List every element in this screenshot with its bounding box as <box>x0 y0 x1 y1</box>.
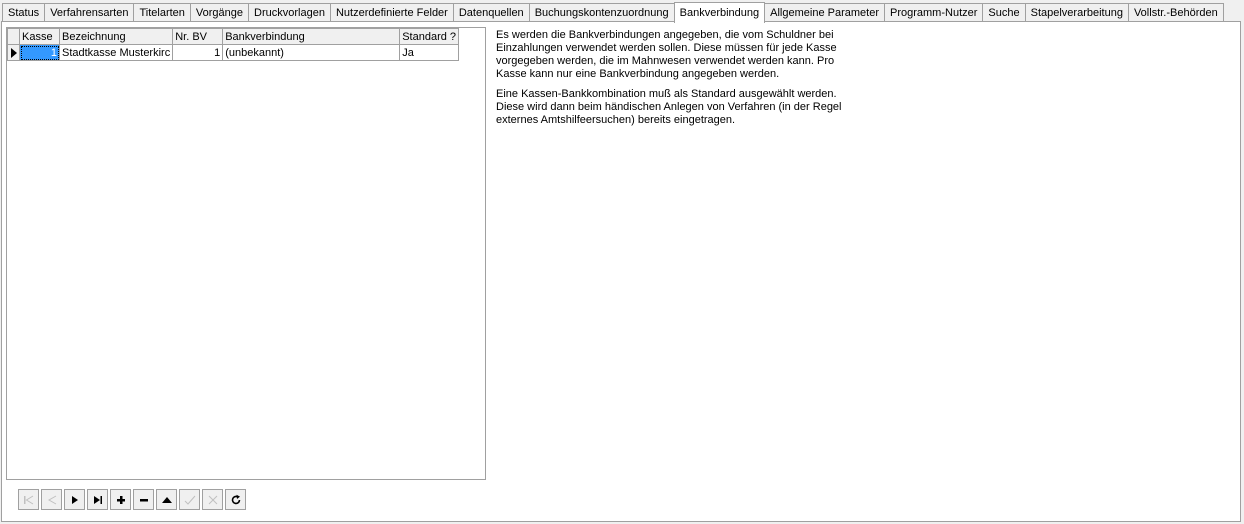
cell-standard[interactable]: Ja <box>399 44 460 61</box>
tab-vorgaenge[interactable]: Vorgänge <box>189 3 250 22</box>
table-row[interactable]: 1 Stadtkasse Musterkirc 1 (unbekannt) Ja <box>7 44 460 61</box>
tab-druckvorlagen[interactable]: Druckvorlagen <box>248 3 331 22</box>
minus-icon <box>139 498 148 501</box>
indicator-header <box>7 28 20 45</box>
header-row: Kasse Bezeichnung Nr. BV Bankverbindung … <box>7 28 460 45</box>
tab-datenquellen[interactable]: Datenquellen <box>452 3 530 22</box>
tab-stapelverarbeitung[interactable]: Stapelverarbeitung <box>1024 3 1129 22</box>
post-record-button[interactable] <box>179 489 200 510</box>
refresh-icon <box>231 494 240 504</box>
info-text: Es werden die Bankverbindungen angegeben… <box>496 29 846 134</box>
tab-verfahrensarten[interactable]: Verfahrensarten <box>44 3 135 22</box>
data-table: Kasse Bezeichnung Nr. BV Bankverbindung … <box>7 28 460 61</box>
column-header-bankverbindung[interactable]: Bankverbindung <box>222 28 401 45</box>
cell-bankverbindung[interactable]: (unbekannt) <box>222 44 401 61</box>
cell-kasse[interactable]: 1 <box>19 44 60 61</box>
cell-nr-bv[interactable]: 1 <box>172 44 224 61</box>
tab-bar: Status Verfahrensarten Titelarten Vorgän… <box>2 2 1224 23</box>
column-header-nr-bv[interactable]: Nr. BV <box>172 28 224 45</box>
tab-allgemeine-parameter[interactable]: Allgemeine Parameter <box>764 3 885 22</box>
insert-record-button[interactable] <box>110 489 131 510</box>
info-paragraph-1: Es werden die Bankverbindungen angegeben… <box>496 29 837 80</box>
tab-nutzerdefinierte-felder[interactable]: Nutzerdefinierte Felder <box>329 3 454 22</box>
tab-status[interactable]: Status <box>2 3 46 22</box>
up-triangle-icon <box>161 496 172 503</box>
refresh-button[interactable] <box>225 489 246 510</box>
first-icon <box>23 495 33 504</box>
prior-icon <box>47 495 56 504</box>
delete-record-button[interactable] <box>133 489 154 510</box>
edit-record-button[interactable] <box>156 489 177 510</box>
tab-vollstr-behoerden[interactable]: Vollstr.-Behörden <box>1127 3 1224 22</box>
cancel-record-button[interactable] <box>202 489 223 510</box>
next-icon <box>71 495 78 504</box>
last-icon <box>93 495 102 504</box>
column-header-kasse[interactable]: Kasse <box>19 28 60 45</box>
cell-bezeichnung[interactable]: Stadtkasse Musterkirc <box>58 44 174 61</box>
tab-bankverbindung[interactable]: Bankverbindung <box>673 2 766 23</box>
tab-suche[interactable]: Suche <box>982 3 1026 22</box>
current-row-arrow-icon <box>10 47 17 58</box>
row-indicator[interactable] <box>7 44 20 61</box>
tab-programm-nutzer[interactable]: Programm-Nutzer <box>884 3 984 22</box>
info-paragraph-2: Eine Kassen-Bankkombination muß als Stan… <box>496 88 842 126</box>
tab-buchungskontenzuordnung[interactable]: Buchungskontenzuordnung <box>528 3 675 22</box>
check-icon <box>184 495 195 505</box>
prior-record-button[interactable] <box>41 489 62 510</box>
column-header-standard[interactable]: Standard ? <box>399 28 460 45</box>
db-navigator <box>18 489 246 510</box>
plus-icon <box>116 495 125 504</box>
bankverbindung-grid[interactable]: Kasse Bezeichnung Nr. BV Bankverbindung … <box>6 27 486 480</box>
cancel-icon <box>208 495 217 504</box>
next-record-button[interactable] <box>64 489 85 510</box>
last-record-button[interactable] <box>87 489 108 510</box>
first-record-button[interactable] <box>18 489 39 510</box>
tab-titelarten[interactable]: Titelarten <box>133 3 191 22</box>
tab-panel: Kasse Bezeichnung Nr. BV Bankverbindung … <box>1 21 1241 522</box>
column-header-bezeichnung[interactable]: Bezeichnung <box>58 28 174 45</box>
